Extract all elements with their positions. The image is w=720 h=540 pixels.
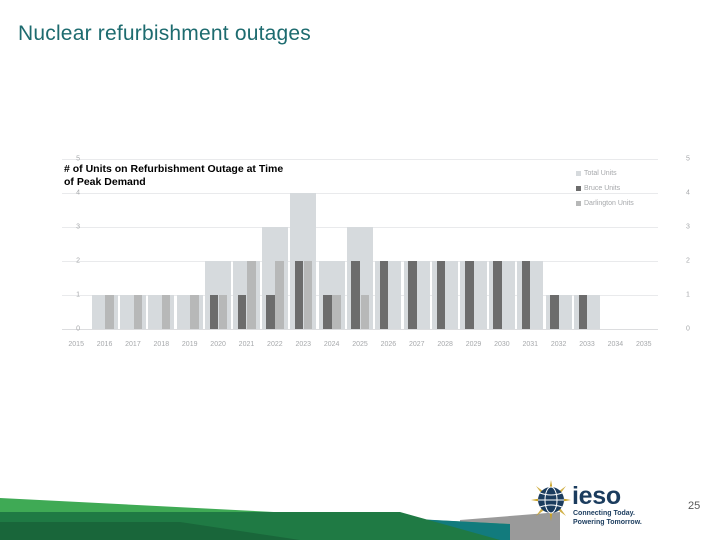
logo-wordmark: ieso	[572, 482, 621, 510]
chart-title-line-2: of Peak Demand	[64, 176, 146, 188]
bar-darlington-2020	[218, 295, 228, 329]
page-title: Nuclear refurbishment outages	[18, 22, 311, 45]
gridline-0	[62, 329, 658, 330]
x-axis-label-2022: 2022	[267, 341, 283, 348]
ieso-logo: ieso Connecting Today. Powering Tomorrow…	[530, 478, 650, 530]
legend-label: Total Units	[584, 170, 617, 177]
logo-tagline-line-1: Connecting Today.	[573, 510, 635, 517]
legend-swatch-icon	[576, 171, 581, 176]
legend-item-darlington-units[interactable]: Darlington Units	[576, 196, 634, 211]
bar-darlington-2022	[275, 261, 284, 329]
bar-bruce-2024	[323, 295, 332, 329]
x-axis-label-2028: 2028	[437, 341, 453, 348]
bar-bruce-2030	[493, 261, 502, 329]
x-axis-label-2034: 2034	[607, 341, 624, 348]
y-axis-label-right-2: 2	[686, 257, 690, 265]
bar-darlington-2024	[332, 295, 341, 329]
y-axis-label-right-4: 4	[686, 189, 690, 197]
x-axis-label-2027: 2027	[408, 341, 425, 348]
bar-bruce-2027	[408, 261, 417, 329]
y-axis-label-left-4: 4	[76, 189, 80, 197]
bar-bruce-2029	[465, 261, 474, 329]
globe-icon	[530, 480, 572, 522]
x-axis-label-2023: 2023	[295, 341, 312, 348]
logo-tagline-line-2: Powering Tomorrow.	[573, 518, 642, 526]
x-axis-label-2017: 2017	[125, 341, 141, 348]
chart-title: # of Units on Refurbishment Outage at Ti…	[64, 163, 314, 189]
bar-bruce-2033	[578, 295, 588, 329]
x-axis-label-2020: 2020	[210, 341, 226, 348]
bar-darlington-2021	[247, 261, 256, 329]
bar-darlington-2016	[105, 295, 114, 329]
y-axis-label-right-5: 5	[686, 155, 690, 163]
chart-title-line-1: # of Units on Refurbishment Outage at Ti…	[64, 163, 284, 175]
legend-item-total-units[interactable]: Total Units	[576, 166, 634, 181]
y-axis-label-right-3: 3	[686, 223, 690, 231]
legend-item-bruce-units[interactable]: Bruce Units	[576, 181, 634, 196]
x-axis-label-2035: 2035	[636, 341, 652, 348]
gridline-4	[62, 193, 658, 194]
bar-bruce-2031	[521, 261, 531, 329]
x-axis-label-2029: 2029	[465, 341, 482, 348]
chart-legend: Total Units Bruce Units Darlington Units	[576, 166, 634, 211]
x-axis-label-2024: 2024	[323, 341, 340, 348]
legend-swatch-icon	[576, 186, 581, 191]
bar-bruce-2026	[379, 261, 389, 329]
x-axis-label-2016: 2016	[96, 341, 113, 348]
bar-darlington-2023	[303, 261, 313, 329]
x-axis-label-2025: 2025	[352, 341, 368, 348]
y-axis-label-left-5: 5	[76, 155, 80, 163]
y-axis-label-right-1: 1	[686, 291, 690, 299]
logo-tagline: Connecting Today. Powering Tomorrow.	[573, 510, 642, 527]
x-axis-label-2030: 2030	[494, 341, 510, 348]
legend-swatch-icon	[576, 201, 581, 206]
x-axis-label-2032: 2032	[550, 341, 567, 348]
bar-bruce-2025	[351, 261, 360, 329]
x-axis-label-2033: 2033	[579, 341, 595, 348]
x-axis-label-2026: 2026	[380, 341, 397, 348]
x-axis-label-2019: 2019	[181, 341, 198, 348]
bar-darlington-2019	[190, 295, 199, 329]
bar-bruce-2022	[266, 295, 275, 329]
bar-bruce-2028	[436, 261, 446, 329]
y-axis-label-left-2: 2	[76, 257, 80, 265]
x-axis-label-2031: 2031	[522, 341, 539, 348]
x-axis-label-2018: 2018	[153, 341, 170, 348]
bar-darlington-2025	[360, 295, 370, 329]
y-axis-label-left-3: 3	[76, 223, 80, 231]
bar-bruce-2020	[209, 295, 219, 329]
y-axis-label-left-1: 1	[76, 291, 80, 299]
y-axis-label-left-0: 0	[76, 325, 80, 333]
page-number: 25	[688, 500, 701, 512]
gridline-5	[62, 159, 658, 160]
x-axis-label-2021: 2021	[238, 341, 255, 348]
bar-bruce-2032	[550, 295, 559, 329]
bar-darlington-2017	[133, 295, 143, 329]
bar-bruce-2023	[294, 261, 304, 329]
x-axis-label-2015: 2015	[68, 341, 84, 348]
legend-label: Bruce Units	[584, 185, 621, 192]
bar-bruce-2021	[237, 295, 247, 329]
bar-darlington-2018	[161, 295, 171, 329]
legend-label: Darlington Units	[584, 200, 634, 207]
y-axis-label-right-0: 0	[686, 325, 690, 333]
